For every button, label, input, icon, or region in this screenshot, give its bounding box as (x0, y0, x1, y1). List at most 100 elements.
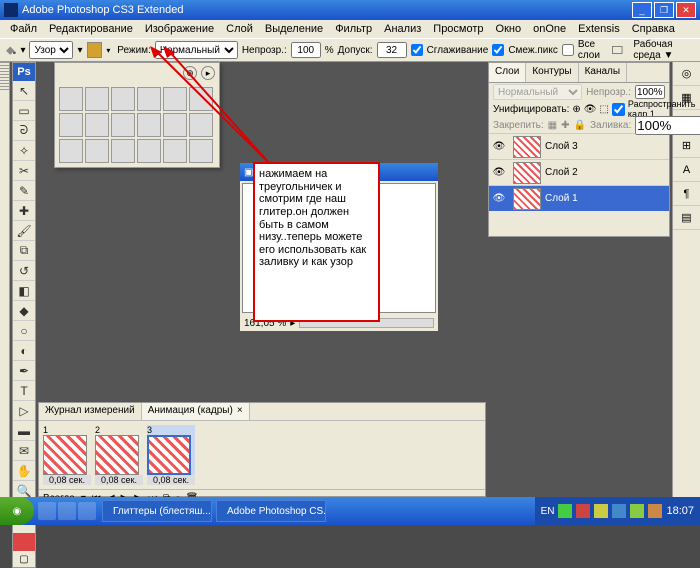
dock-icon[interactable]: ⊞ (673, 134, 700, 158)
tolerance-input[interactable] (377, 42, 407, 58)
dock-icon[interactable]: ¶ (673, 182, 700, 206)
path-tool[interactable]: ▷ (13, 401, 35, 421)
pattern-swatch[interactable] (189, 87, 213, 111)
maximize-button[interactable]: ❐ (654, 2, 674, 18)
menu-item[interactable]: Изображение (139, 21, 220, 37)
pattern-swatch[interactable] (189, 139, 213, 163)
pattern-swatch[interactable] (163, 113, 187, 137)
menu-item[interactable]: Выделение (259, 21, 329, 37)
pattern-dropdown-trigger[interactable]: ▾ (106, 46, 113, 55)
heal-tool[interactable]: ✚ (13, 201, 35, 221)
marquee-tool[interactable]: ▭ (13, 101, 35, 121)
bucket-tool[interactable]: ◆ (13, 301, 35, 321)
animation-frame[interactable]: 30,08 сек. (147, 425, 195, 485)
dodge-tool[interactable]: ◐ (13, 341, 35, 361)
layer-row[interactable]: 👁 Слой 1 (489, 185, 669, 211)
pattern-swatch[interactable] (137, 139, 161, 163)
menu-item[interactable]: onOne (527, 21, 572, 37)
visibility-icon[interactable]: 👁 (489, 141, 509, 152)
lasso-tool[interactable]: ᘒ (13, 121, 35, 141)
blend-mode-select[interactable]: Нормальный (155, 41, 238, 59)
unify-position-icon[interactable]: ⊕ (572, 102, 580, 116)
menu-item[interactable]: Слой (220, 21, 259, 37)
unify-visibility-icon[interactable]: 👁 (584, 102, 597, 116)
start-button[interactable]: ◉ (0, 497, 34, 525)
layer-opacity-input[interactable] (635, 85, 665, 99)
notes-tool[interactable]: ✉ (13, 441, 35, 461)
opacity-input[interactable] (291, 42, 321, 58)
menu-item[interactable]: Редактирование (43, 21, 139, 37)
tray-icon[interactable] (612, 504, 626, 518)
tray-icon[interactable] (594, 504, 608, 518)
pattern-swatch[interactable] (163, 87, 187, 111)
layer-row[interactable]: 👁 Слой 2 (489, 159, 669, 185)
brush-tool[interactable]: 🖌 (13, 221, 35, 241)
propagate-checkbox[interactable] (612, 103, 625, 116)
contiguous-checkbox[interactable] (492, 44, 504, 56)
pattern-swatch[interactable] (189, 113, 213, 137)
all-layers-checkbox[interactable] (562, 44, 574, 56)
visibility-icon[interactable]: 👁 (489, 167, 509, 178)
eraser-tool[interactable]: ◧ (13, 281, 35, 301)
layer-name[interactable]: Слой 1 (545, 193, 578, 204)
menu-item[interactable]: Фильтр (329, 21, 378, 37)
pattern-swatch[interactable] (59, 87, 83, 111)
blur-tool[interactable]: ○ (13, 321, 35, 341)
lang-indicator[interactable]: EN (541, 506, 555, 517)
wand-tool[interactable]: ✧ (13, 141, 35, 161)
pattern-swatch[interactable] (111, 113, 135, 137)
menu-item[interactable]: Анализ (378, 21, 427, 37)
dock-icon[interactable]: A (673, 158, 700, 182)
chevron-down-icon[interactable]: ▾ (77, 45, 82, 56)
menu-item[interactable]: Окно (490, 21, 528, 37)
clock[interactable]: 18:07 (666, 505, 694, 517)
tray-icon[interactable] (630, 504, 644, 518)
layer-name[interactable]: Слой 3 (545, 141, 578, 152)
pen-tool[interactable]: ✒ (13, 361, 35, 381)
tab-measurement-log[interactable]: Журнал измерений (39, 403, 142, 420)
tray-icon[interactable] (558, 504, 572, 518)
lock-all-icon[interactable]: 🔒 (574, 118, 586, 132)
dock-icon[interactable]: ▤ (673, 206, 700, 230)
taskbar-task[interactable]: Adobe Photoshop CS... (216, 500, 326, 522)
tray-icon[interactable] (648, 504, 662, 518)
layer-row[interactable]: 👁 Слой 3 (489, 133, 669, 159)
picker-menu-icon[interactable]: ▸ (201, 66, 215, 80)
pattern-swatch[interactable] (59, 113, 83, 137)
tray-icon[interactable] (576, 504, 590, 518)
pattern-swatch[interactable] (87, 42, 103, 58)
tab-layers[interactable]: Слои (489, 63, 526, 82)
shape-tool[interactable]: ▬ (13, 421, 35, 441)
pattern-swatch[interactable] (85, 87, 109, 111)
tab-animation[interactable]: Анимация (кадры)× (142, 403, 250, 420)
pattern-swatch[interactable] (111, 139, 135, 163)
stamp-tool[interactable]: ⧉ (13, 241, 35, 261)
pattern-swatch[interactable] (137, 87, 161, 111)
workspace-button[interactable]: Рабочая среда ▼ (627, 37, 696, 63)
eyedropper-tool[interactable]: ✎ (13, 181, 35, 201)
crop-tool[interactable]: ✂ (13, 161, 35, 181)
close-icon[interactable]: × (237, 405, 243, 416)
animation-frame[interactable]: 10,08 сек. (43, 425, 91, 485)
lock-pixels-icon[interactable]: ▦ (548, 118, 557, 132)
history-brush-tool[interactable]: ↺ (13, 261, 35, 281)
menu-item[interactable]: Справка (626, 21, 681, 37)
unify-style-icon[interactable]: ⬚ (599, 102, 608, 116)
menu-item[interactable]: Extensis (572, 21, 626, 37)
pattern-swatch[interactable] (59, 139, 83, 163)
tab-paths[interactable]: Контуры (526, 63, 578, 82)
hand-tool[interactable]: ✋ (13, 461, 35, 481)
menu-item[interactable]: Файл (4, 21, 43, 37)
screen-mode-button[interactable]: ▢ (13, 551, 35, 567)
pattern-swatch[interactable] (111, 87, 135, 111)
pattern-swatch[interactable] (85, 139, 109, 163)
move-tool[interactable]: ↖ (13, 81, 35, 101)
type-tool[interactable]: T (13, 381, 35, 401)
layer-blend-select[interactable]: Нормальный (493, 84, 582, 100)
animation-frame[interactable]: 20,08 сек. (95, 425, 143, 485)
quicklaunch-icon[interactable] (38, 502, 56, 520)
minimize-button[interactable]: _ (632, 2, 652, 18)
pattern-swatch[interactable] (137, 113, 161, 137)
menu-item[interactable]: Просмотр (427, 21, 489, 37)
visibility-icon[interactable]: 👁 (489, 193, 509, 204)
